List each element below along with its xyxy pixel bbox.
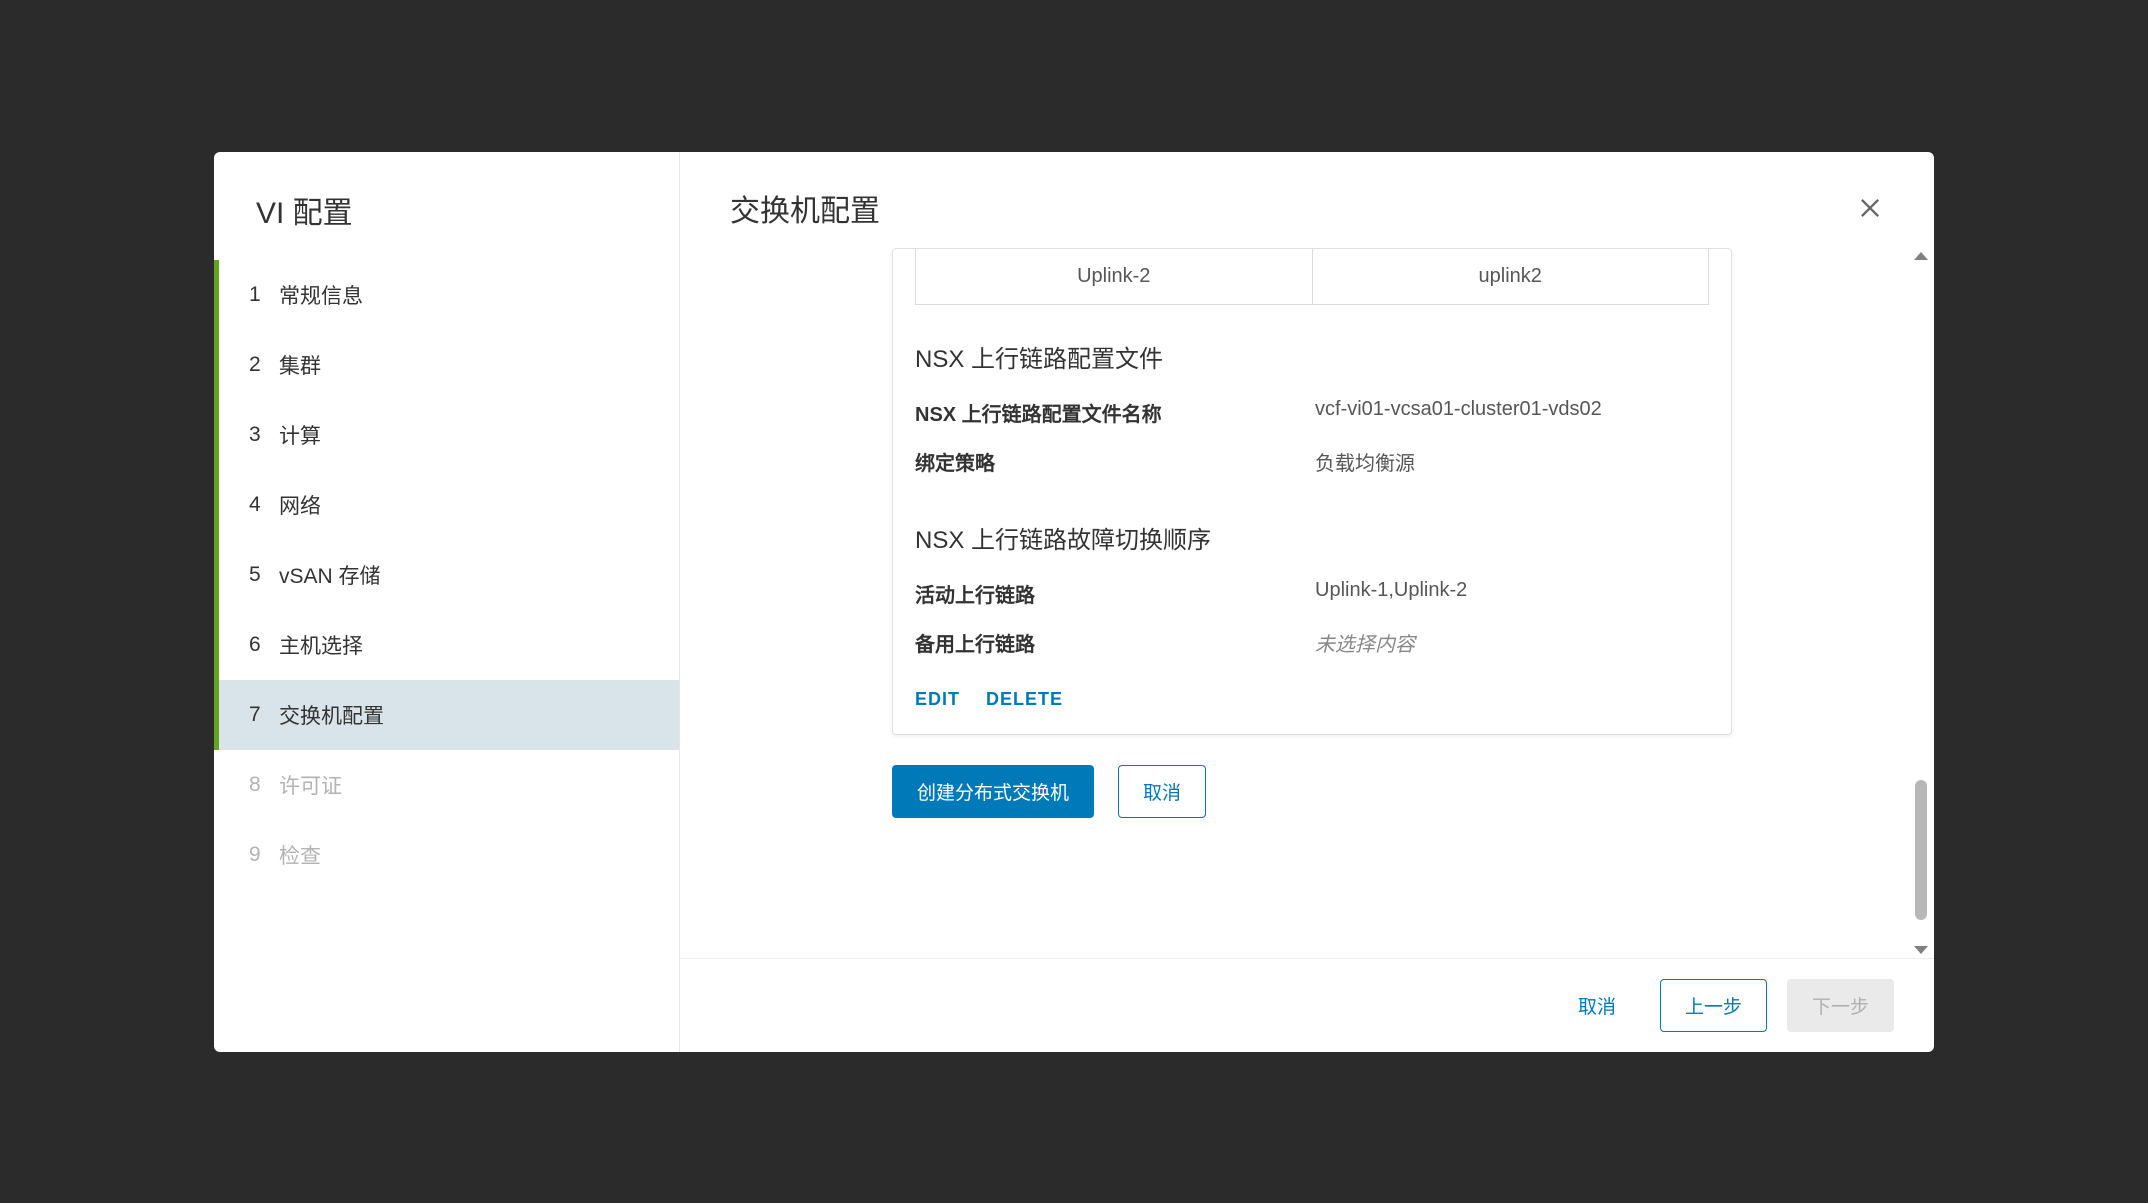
scroll-thumb[interactable] (1915, 780, 1927, 920)
page-title: 交换机配置 (730, 186, 880, 230)
step-network[interactable]: 4 网络 (214, 470, 679, 540)
wizard-modal: VI 配置 1 常规信息 2 集群 3 计算 4 网络 5 vSAN 存储 (214, 152, 1934, 1052)
prev-button[interactable]: 上一步 (1660, 979, 1767, 1032)
step-label: 许可证 (279, 770, 342, 800)
step-label: vSAN 存储 (279, 560, 381, 590)
kv-label: 活动上行链路 (915, 579, 1315, 608)
close-icon[interactable] (1856, 194, 1884, 222)
kv-value: Uplink-1,Uplink-2 (1315, 579, 1709, 608)
card-actions: EDIT DELETE (893, 667, 1731, 716)
next-button: 下一步 (1787, 979, 1894, 1032)
step-num: 1 (249, 283, 279, 307)
step-label: 交换机配置 (279, 700, 384, 730)
step-review: 9 检查 (214, 820, 679, 890)
kv-label: 绑定策略 (915, 447, 1315, 476)
step-list: 1 常规信息 2 集群 3 计算 4 网络 5 vSAN 存储 6 主机选择 (214, 260, 679, 890)
scroll-up-icon[interactable] (1914, 252, 1928, 260)
below-card-actions: 创建分布式交换机 取消 (892, 765, 1732, 818)
wizard-footer: 取消 上一步 下一步 (680, 958, 1934, 1052)
uplink-cell-value: uplink2 (1313, 249, 1709, 304)
wizard-sidebar: VI 配置 1 常规信息 2 集群 3 计算 4 网络 5 vSAN 存储 (214, 152, 680, 1052)
kv-value: 负载均衡源 (1315, 447, 1709, 476)
step-label: 检查 (279, 840, 321, 870)
step-label: 集群 (279, 350, 321, 380)
sidebar-title: VI 配置 (214, 188, 679, 260)
kv-active-uplinks: 活动上行链路 Uplink-1,Uplink-2 (893, 569, 1731, 618)
step-num: 9 (249, 843, 279, 867)
scrollbar[interactable] (1914, 252, 1928, 954)
create-dvs-button[interactable]: 创建分布式交换机 (892, 765, 1094, 818)
footer-cancel-button[interactable]: 取消 (1554, 980, 1640, 1031)
main-header: 交换机配置 (680, 152, 1934, 248)
step-vsan[interactable]: 5 vSAN 存储 (214, 540, 679, 610)
step-label: 网络 (279, 490, 321, 520)
step-switch-config[interactable]: 7 交换机配置 (214, 680, 679, 750)
step-compute[interactable]: 3 计算 (214, 400, 679, 470)
kv-value: vcf-vi01-vcsa01-cluster01-vds02 (1315, 398, 1709, 427)
step-label: 计算 (279, 420, 321, 450)
step-label: 主机选择 (279, 630, 363, 660)
step-num: 5 (249, 563, 279, 587)
scroll-down-icon[interactable] (1914, 946, 1928, 954)
step-num: 8 (249, 773, 279, 797)
step-num: 6 (249, 633, 279, 657)
section-title-failover: NSX 上行链路故障切换顺序 (893, 486, 1731, 569)
delete-button[interactable]: DELETE (986, 689, 1063, 710)
step-label: 常规信息 (279, 280, 363, 310)
kv-profile-name: NSX 上行链路配置文件名称 vcf-vi01-vcsa01-cluster01… (893, 388, 1731, 437)
content-scroll[interactable]: Uplink-2 uplink2 NSX 上行链路配置文件 NSX 上行链路配置… (680, 248, 1934, 958)
edit-button[interactable]: EDIT (915, 689, 960, 710)
switch-card: Uplink-2 uplink2 NSX 上行链路配置文件 NSX 上行链路配置… (892, 248, 1732, 735)
main-panel: 交换机配置 Uplink-2 uplink2 NSX 上行链路配置文件 NSX … (680, 152, 1934, 1052)
uplink-cell-name: Uplink-2 (916, 249, 1313, 304)
step-host-select[interactable]: 6 主机选择 (214, 610, 679, 680)
kv-label: NSX 上行链路配置文件名称 (915, 398, 1315, 427)
step-general[interactable]: 1 常规信息 (214, 260, 679, 330)
kv-value-empty: 未选择内容 (1315, 628, 1709, 657)
uplink-table-row: Uplink-2 uplink2 (915, 249, 1709, 305)
step-num: 4 (249, 493, 279, 517)
step-num: 7 (249, 703, 279, 727)
step-num: 2 (249, 353, 279, 377)
step-cluster[interactable]: 2 集群 (214, 330, 679, 400)
step-num: 3 (249, 423, 279, 447)
kv-teaming-policy: 绑定策略 负载均衡源 (893, 437, 1731, 486)
cancel-create-button[interactable]: 取消 (1118, 765, 1206, 818)
section-title-profile: NSX 上行链路配置文件 (893, 305, 1731, 388)
step-license: 8 许可证 (214, 750, 679, 820)
kv-label: 备用上行链路 (915, 628, 1315, 657)
kv-standby-uplinks: 备用上行链路 未选择内容 (893, 618, 1731, 667)
